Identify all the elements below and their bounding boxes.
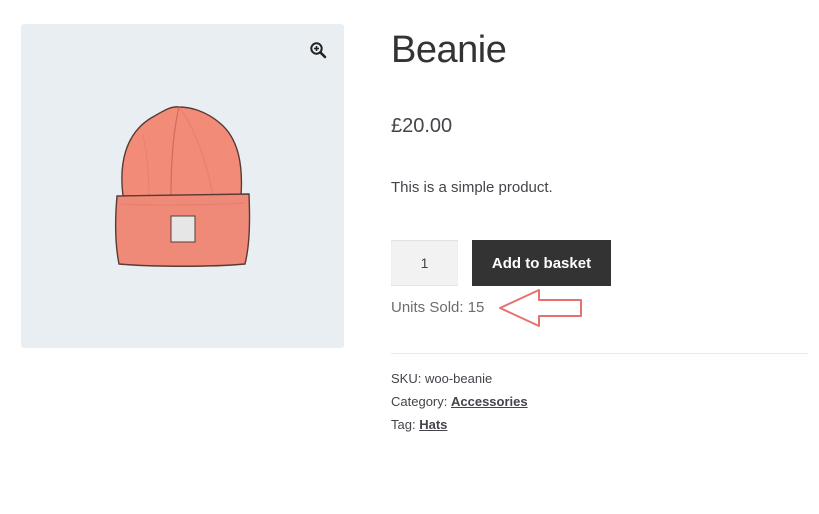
product-gallery [21, 24, 344, 348]
category-row: Category: Accessories [391, 393, 528, 411]
sku-label: SKU: [391, 371, 422, 386]
tag-label: Tag: [391, 417, 416, 432]
product-title: Beanie [391, 29, 507, 71]
units-sold-label: Units Sold: 15 [391, 299, 485, 316]
sku-value: woo-beanie [424, 371, 493, 386]
sku-row: SKU: woo-beanie [391, 370, 492, 388]
tag-link[interactable]: Hats [419, 417, 447, 432]
left-arrow-icon [499, 289, 582, 327]
zoom-button[interactable] [306, 38, 330, 62]
summary-divider [391, 353, 808, 354]
tag-row: Tag: Hats [391, 416, 447, 434]
product-description: This is a simple product. [391, 179, 553, 196]
category-label: Category: [391, 394, 448, 409]
product-page: Beanie £20.00 This is a simple product. … [0, 0, 819, 514]
category-link[interactable]: Accessories [451, 394, 528, 409]
product-price: £20.00 [391, 115, 453, 137]
zoom-in-icon [310, 42, 327, 59]
quantity-input[interactable] [391, 240, 458, 286]
beanie-image[interactable] [113, 104, 253, 274]
add-to-basket-button[interactable]: Add to basket [472, 240, 611, 286]
